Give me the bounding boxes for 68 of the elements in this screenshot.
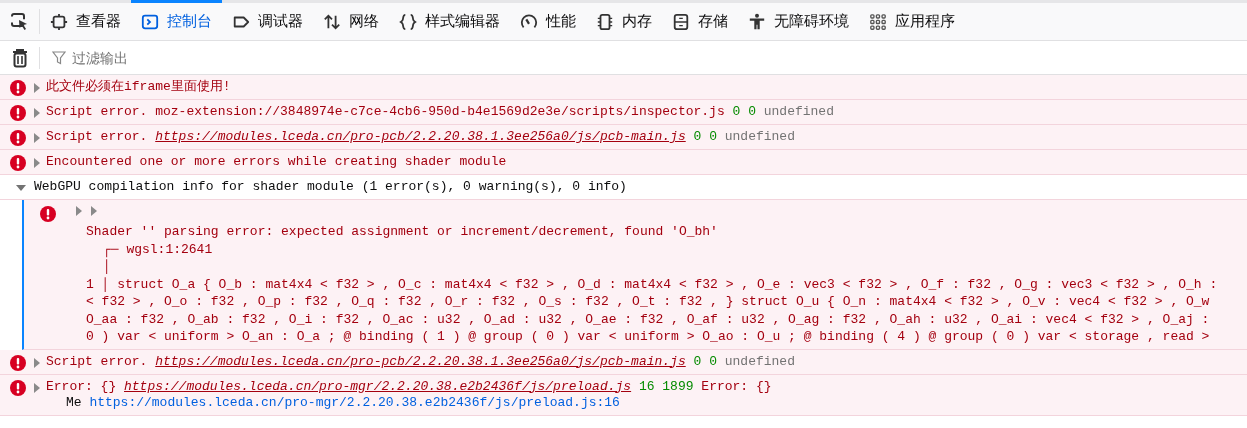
- crosshair-icon: [50, 12, 68, 31]
- message-text: Error: {}: [701, 378, 772, 395]
- panel-tab[interactable]: 应用程序: [859, 0, 965, 40]
- message-text: Encountered one or more errors while creating shader module: [46, 154, 507, 170]
- caret-right-icon[interactable]: [32, 133, 42, 143]
- stack-location-link[interactable]: https://modules.lceda.cn/pro-mgr/2.2.20.38.e2b2436f/js/preload.js:16: [89, 394, 620, 411]
- filter-field[interactable]: 过滤输出: [70, 48, 274, 67]
- message-text: Script error.: [46, 353, 148, 370]
- source-link[interactable]: https://modules.lceda.cn/pro-mgr/2.2.20.38.e2b2436f/js/preload.js: [124, 378, 632, 395]
- caret-right-icon[interactable]: [74, 206, 84, 216]
- source-link[interactable]: https://modules.lceda.cn/pro-pcb/2.2.20.38.1.3ee256a0/js/pcb-main.js: [155, 129, 686, 145]
- code-line: ┌─ wgsl:1:2641: [102, 240, 214, 258]
- panel-tab[interactable]: 调试器: [222, 0, 313, 40]
- message-text: WebGPU compilation info for shader module (1 error(s), 0 warning(s), 0 info): [34, 179, 627, 195]
- value-text: undefined: [763, 104, 834, 120]
- panel-tab[interactable]: 内存: [586, 0, 662, 40]
- caret-right-icon[interactable]: [32, 357, 42, 368]
- chip-icon: [596, 12, 614, 31]
- message-text: 此文件必须在iframe里面使用!: [46, 79, 231, 95]
- panel-tab[interactable]: 查看器: [40, 0, 131, 40]
- code-line: 0 ) var < uniform > O_an : O_a ; @ binding ( 1 ) @ group ( 0 ) var < uniform > O_ao : O_u ; @ binding ( 4 ) @ group ( 0 ) var < storage , read >: [86, 328, 1211, 346]
- position-number: 0: [709, 129, 717, 145]
- code-line: < f32 > , O_o : f32 , O_p : f32 , O_q : f32 , O_r : f32 , O_s : f32 , O_t : f32 , } struct O_u { O_n : mat4x4 < f32 > , O_v : vec4 < f32 > , O_w: [86, 293, 1211, 311]
- panel-tab[interactable]: 样式编辑器: [389, 0, 510, 40]
- error-icon: [10, 130, 26, 146]
- error-icon: [40, 206, 56, 222]
- panel-tab[interactable]: 无障碍环境: [738, 0, 859, 40]
- grid-icon: [869, 12, 887, 31]
- error-icon: [10, 80, 26, 96]
- position-number: 16: [638, 378, 655, 395]
- error-icon: [10, 155, 26, 171]
- person-icon: [748, 12, 766, 31]
- code-line: 1 │ struct O_a { O_b : mat4x4 < f32 > , O_c : mat4x4 < f32 > , O_d : mat4x4 < f32 > , O_e : vec3 < f32 > , O_f : f32 , O_g : vec3 < f32 > , O_h :: [86, 275, 1219, 293]
- message-text: Script error. moz-extension://3848974e-c7ce-4cb6-950d-b4e1569d2e3e/scripts/inspector.js: [46, 104, 725, 120]
- arrows-icon: [323, 12, 341, 31]
- code-line: O_aa : f32 , O_ab : f32 , O_i : f32 , O_ac : u32 , O_ad : u32 , O_ae : f32 , O_af : u32 , O_ag : f32 , O_ah : u32 , O_ai : vec4 < f32 > , O_aj :: [86, 310, 1211, 328]
- caret-down-icon[interactable]: [16, 183, 26, 193]
- panel-tab[interactable]: 控制台: [131, 0, 222, 40]
- caret-right-icon[interactable]: [89, 206, 99, 216]
- value-text: undefined: [724, 129, 795, 145]
- caret-right-icon[interactable]: [32, 158, 42, 168]
- message-text: Script error.: [46, 129, 148, 145]
- braces-icon: [399, 12, 417, 31]
- caret-right-icon[interactable]: [32, 108, 42, 118]
- position-number: 0: [693, 353, 702, 370]
- stack-function: Me: [66, 394, 82, 411]
- caret-right-icon[interactable]: [32, 83, 42, 93]
- panel-tab[interactable]: 网络: [313, 0, 389, 40]
- trash-icon: [10, 47, 29, 68]
- error-icon: [10, 105, 26, 121]
- funnel-icon: [52, 50, 66, 65]
- position-number: 0: [709, 353, 717, 370]
- console-icon: [141, 12, 159, 31]
- position-number: 1899: [662, 378, 694, 395]
- panel-tab[interactable]: 存储: [662, 0, 738, 40]
- code-line: │: [102, 258, 112, 276]
- message-text: Error: {}: [46, 378, 117, 395]
- caret-right-icon[interactable]: [32, 382, 42, 393]
- position-number: 0: [732, 104, 741, 120]
- value-text: undefined: [724, 353, 795, 370]
- position-number: 0: [693, 129, 702, 145]
- error-icon: [10, 354, 26, 371]
- error-icon: [10, 379, 26, 396]
- cabinet-icon: [672, 12, 690, 31]
- position-number: 0: [748, 104, 756, 120]
- code-line: Shader '' parsing error: expected assignment or increment/decrement, found 'O_bh': [86, 223, 719, 241]
- source-link[interactable]: https://modules.lceda.cn/pro-pcb/2.2.20.38.1.3ee256a0/js/pcb-main.js: [155, 353, 686, 370]
- panel-tab[interactable]: 性能: [510, 0, 586, 40]
